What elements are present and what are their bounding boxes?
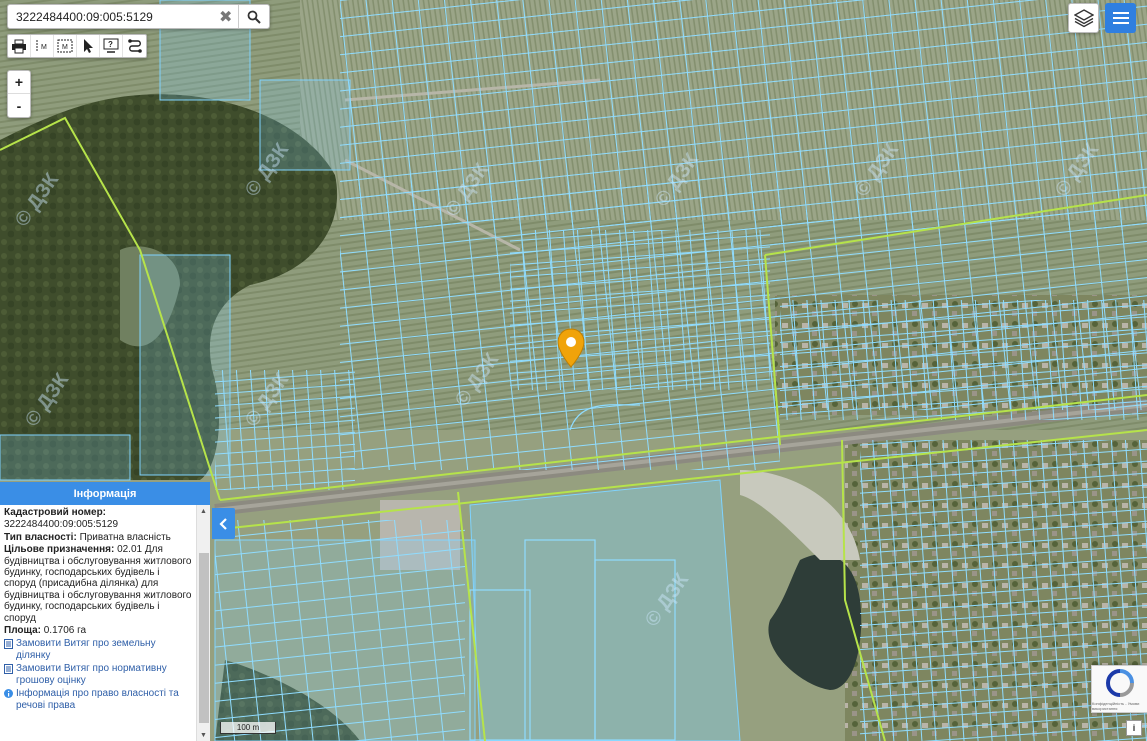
ownership-rights-link[interactable]: Інформація про право власності та речові… (4, 688, 192, 711)
map-toolbar: M M ? (7, 34, 147, 58)
measure-line-icon: M (36, 40, 47, 52)
zoom-in-button[interactable]: + (8, 71, 30, 94)
measure-line-button[interactable]: M (31, 35, 54, 57)
ownership-value: Приватна власність (79, 531, 171, 543)
clear-search-icon[interactable]: ✖ (213, 5, 238, 28)
ownership-label: Тип власності: (4, 531, 77, 543)
zoom-control: + - (7, 70, 31, 118)
purpose-label: Цільове призначення: (4, 544, 115, 556)
menu-button[interactable] (1105, 3, 1136, 33)
print-button[interactable] (8, 35, 31, 57)
search-box: ✖ (7, 4, 270, 29)
order-parcel-extract-link[interactable]: Замовити Витяг про земельну ділянку (4, 638, 192, 661)
chevron-left-icon (218, 517, 227, 530)
route-button[interactable] (123, 35, 146, 57)
info-panel-body: Кадастровий номер: 3222484400:09:005:512… (0, 505, 196, 741)
zoom-out-button[interactable]: - (8, 94, 30, 117)
scale-bar: 100 m (220, 722, 276, 734)
recaptcha-text: Конфіденційність - Умови використання (1092, 700, 1140, 711)
measure-area-button[interactable]: M (54, 35, 77, 57)
search-icon (247, 10, 261, 24)
cadastral-label: Кадастровий номер: (4, 507, 107, 518)
order-valuation-extract-link[interactable]: Замовити Витяг про нормативну грошову оц… (4, 663, 192, 686)
area-value: 0.1706 га (43, 625, 87, 637)
pointer-button[interactable] (77, 35, 100, 57)
scroll-down-icon[interactable]: ▼ (200, 732, 207, 739)
purpose-value: 02.01 Для будівництва і обслуговування ж… (4, 544, 192, 624)
layers-button[interactable] (1068, 3, 1099, 33)
svg-text:M: M (41, 44, 47, 51)
info-panel-title: Інформація (0, 482, 210, 505)
identify-icon: ? (103, 38, 119, 53)
print-icon (12, 39, 26, 53)
recaptcha-badge[interactable]: Конфіденційність - Умови використання (1091, 665, 1147, 713)
hamburger-menu-icon (1112, 12, 1129, 24)
measure-area-icon: M (57, 39, 73, 53)
svg-text:M: M (62, 44, 68, 51)
search-input[interactable] (8, 5, 214, 28)
identify-button[interactable]: ? (100, 35, 123, 57)
recaptcha-icon (1105, 668, 1134, 697)
svg-text:?: ? (108, 40, 113, 49)
scroll-up-icon[interactable]: ▲ (200, 508, 207, 515)
pointer-icon (84, 39, 93, 53)
document-icon (4, 639, 13, 650)
collapse-panel-button[interactable] (212, 508, 235, 539)
info-circle-icon (4, 689, 13, 699)
info-panel-scrollbar[interactable]: ▲ ▼ (196, 505, 210, 741)
scrollbar-thumb[interactable] (199, 553, 209, 723)
layers-icon (1073, 9, 1094, 28)
area-label: Площа: (4, 625, 41, 637)
search-button[interactable] (238, 5, 269, 28)
location-marker-icon[interactable] (557, 328, 585, 368)
document-icon (4, 664, 13, 675)
info-panel: Інформація Кадастровий номер: 3222484400… (0, 482, 210, 741)
attribution-info-button[interactable]: i (1126, 720, 1142, 736)
route-icon (127, 39, 142, 53)
cadastral-value: 3222484400:09:005:5129 (4, 519, 119, 531)
